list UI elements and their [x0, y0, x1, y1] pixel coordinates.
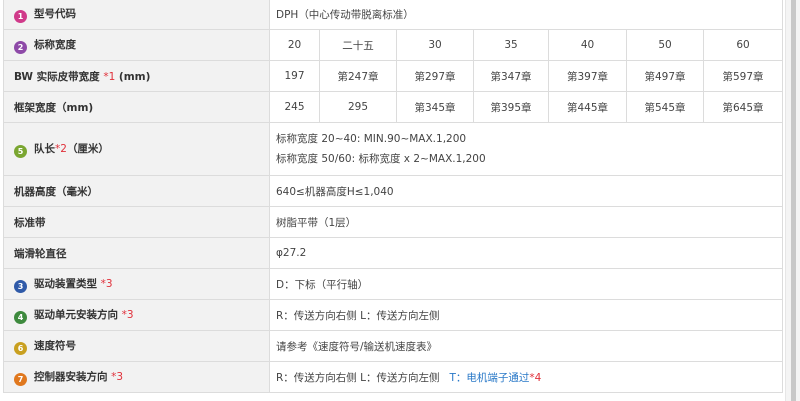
row-label-pulley: 端滑轮直径 — [3, 237, 270, 269]
unit-text: (mm) — [118, 70, 151, 83]
row-label-bw: BW 实际皮带宽度 *1 (mm) — [3, 60, 270, 92]
nominal-cell: 30 — [396, 29, 474, 61]
label-text: 速度符号 — [34, 339, 76, 352]
nominal-cell: 35 — [473, 29, 549, 61]
height-value: 640≤机器高度H≤1,040 — [269, 175, 783, 207]
note-mark: *1 — [103, 70, 116, 83]
badge-5: 5 — [14, 144, 27, 158]
row-label-height: 机器高度（毫米） — [3, 175, 270, 207]
bw-cell: 第297章 — [396, 60, 474, 92]
note-mark: *2 — [55, 142, 67, 155]
table-row: BW 实际皮带宽度 *1 (mm) 197 第247章 第297章 第347章 … — [3, 60, 783, 92]
row-label-speed: 6 速度符号 — [3, 330, 270, 362]
row-label-nominal: 2 标称宽度 — [3, 29, 270, 61]
length-value: 标称宽度 20~40: MIN.90~MAX.1,200 标称宽度 50/60: … — [269, 122, 783, 176]
nominal-cell: 50 — [626, 29, 704, 61]
table-row: 3 驱动装置类型 *3 D：下标（平行轴） — [3, 268, 783, 300]
table-row: 5 队长*2（厘米） 标称宽度 20~40: MIN.90~MAX.1,200 标称… — [3, 122, 783, 176]
label-text: 驱动单元安装方向 — [34, 308, 118, 321]
frame-cell: 第395章 — [473, 91, 549, 123]
nominal-cell: 二十五 — [319, 29, 397, 61]
row-label-model: 1 型号代码 — [3, 0, 270, 30]
length-line-2: 标称宽度 50/60: 标称宽度 x 2~MAX.1,200 — [276, 153, 486, 165]
frame-cell: 245 — [269, 91, 320, 123]
scrollbar-thumb[interactable] — [791, 0, 796, 401]
note-mark: *3 — [111, 370, 124, 383]
unit-text: （厘米） — [66, 142, 109, 155]
badge-7: 7 — [14, 372, 27, 386]
table-row: 标准带 树脂平带（1层） — [3, 206, 783, 238]
belt-value: 树脂平带（1层） — [269, 206, 783, 238]
frame-cell: 第545章 — [626, 91, 704, 123]
row-label-frame: 框架宽度（mm) — [3, 91, 270, 123]
badge-3: 3 — [14, 279, 27, 293]
badge-4: 4 — [14, 310, 27, 324]
frame-cell: 第645章 — [703, 91, 783, 123]
bw-cell: 第247章 — [319, 60, 397, 92]
table-row: 框架宽度（mm) 245 295 第345章 第395章 第445章 第545章… — [3, 91, 783, 123]
frame-cell: 第345章 — [396, 91, 474, 123]
badge-2: 2 — [14, 40, 27, 54]
row-label-length: 5 队长*2（厘米） — [3, 122, 270, 176]
bw-cell: 第597章 — [703, 60, 783, 92]
label-text: 控制器安装方向 — [34, 370, 108, 383]
label-text: BW 实际皮带宽度 — [14, 70, 100, 83]
length-line-1: 标称宽度 20~40: MIN.90~MAX.1,200 — [276, 133, 467, 145]
controller-text: R：传送方向右侧 L：传送方向左侧 — [276, 371, 440, 384]
frame-cell: 295 — [319, 91, 397, 123]
badge-1: 1 — [14, 9, 27, 23]
table-row: 2 标称宽度 20 二十五 30 35 40 50 60 — [3, 29, 783, 61]
row-label-belt: 标准带 — [3, 206, 270, 238]
speed-value: 请参考《速度符号/输送机速度表》 — [269, 330, 783, 362]
pulley-value: φ27.2 — [269, 237, 783, 269]
note-mark: *3 — [100, 277, 113, 290]
label-text: 驱动装置类型 — [34, 277, 97, 290]
bw-cell: 197 — [269, 60, 320, 92]
mount-value: R：传送方向右侧 L：传送方向左侧 — [269, 299, 783, 331]
bw-cell: 第397章 — [548, 60, 627, 92]
table-row: 7 控制器安装方向 *3 R：传送方向右侧 L：传送方向左侧 T：电机端子通过*4 — [3, 361, 783, 393]
table-row: 6 速度符号 请参考《速度符号/输送机速度表》 — [3, 330, 783, 362]
table-row: 1 型号代码 DPH（中心传动带脱离标准） — [3, 0, 783, 30]
note-mark: *4 — [529, 371, 542, 384]
controller-value: R：传送方向右侧 L：传送方向左侧 T：电机端子通过*4 — [269, 361, 783, 393]
label-text: 型号代码 — [34, 7, 76, 20]
model-value: DPH（中心传动带脱离标准） — [269, 0, 783, 30]
motor-terminal-link[interactable]: T：电机端子通过 — [450, 372, 530, 384]
table-row: 4 驱动单元安装方向 *3 R：传送方向右侧 L：传送方向左侧 — [3, 299, 783, 331]
row-label-drive: 3 驱动装置类型 *3 — [3, 268, 270, 300]
spec-table: 1 型号代码 DPH（中心传动带脱离标准） 2 标称宽度 20 二十五 30 35 … — [3, 0, 783, 393]
drive-value: D：下标（平行轴） — [269, 268, 783, 300]
label-text: 标称宽度 — [34, 38, 76, 51]
bw-cell: 第497章 — [626, 60, 704, 92]
vertical-scrollbar[interactable] — [785, 0, 800, 401]
note-mark: *3 — [121, 308, 134, 321]
nominal-cell: 20 — [269, 29, 320, 61]
table-row: 机器高度（毫米） 640≤机器高度H≤1,040 — [3, 175, 783, 207]
table-row: 端滑轮直径 φ27.2 — [3, 237, 783, 269]
row-label-controller: 7 控制器安装方向 *3 — [3, 361, 270, 393]
label-text: 队长 — [34, 142, 55, 155]
row-label-mount: 4 驱动单元安装方向 *3 — [3, 299, 270, 331]
badge-6: 6 — [14, 341, 27, 355]
frame-cell: 第445章 — [548, 91, 627, 123]
nominal-cell: 60 — [703, 29, 783, 61]
bw-cell: 第347章 — [473, 60, 549, 92]
nominal-cell: 40 — [548, 29, 627, 61]
